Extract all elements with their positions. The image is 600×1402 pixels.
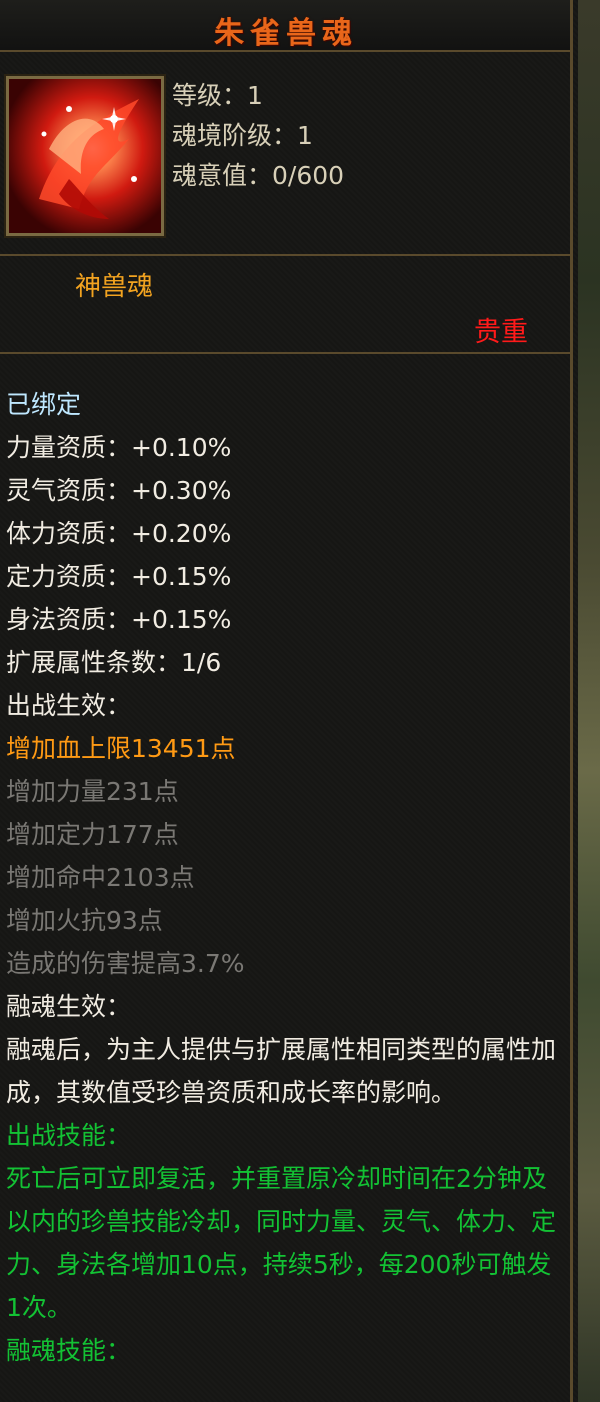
stat-soul-realm: 魂境阶级：1: [172, 121, 313, 150]
stat-soul-value: 魂意值：0/600: [172, 161, 345, 190]
battle-skill-header: 出战技能：: [6, 1121, 132, 1150]
aptitude-strength: 力量资质：+0.10%: [6, 433, 232, 462]
fuse-effect-header: 融魂生效：: [6, 992, 132, 1021]
divider-2: [0, 352, 572, 354]
fuse-skill-header: 融魂技能：: [6, 1336, 132, 1365]
inactive-effect: 增加命中2103点: [6, 863, 195, 892]
bound-status: 已绑定: [6, 390, 82, 419]
inactive-effect: 增加力量231点: [6, 777, 179, 806]
battle-effect-header: 出战生效：: [6, 691, 132, 720]
phoenix-icon: [9, 79, 161, 233]
inactive-effect: 增加定力177点: [6, 820, 179, 849]
item-tooltip-panel: 朱雀兽魂 等级：1 魂境阶级：1 魂意值：0/600 神兽魂 贵重 已绑定 力量…: [0, 0, 578, 1402]
background-scenery: [578, 0, 600, 1402]
item-stats: 等级：1 魂境阶级：1 魂意值：0/600: [172, 76, 344, 196]
aptitude-stamina: 体力资质：+0.20%: [6, 519, 232, 548]
active-effect: 增加血上限13451点: [6, 734, 236, 763]
battle-skill-description: 死亡后可立即复活，并重置原冷却时间在2分钟及以内的珍兽技能冷却，同时力量、灵气、…: [6, 1164, 557, 1322]
aptitude-agility: 身法资质：+0.15%: [6, 605, 232, 634]
item-description: 已绑定 力量资质：+0.10% 灵气资质：+0.30% 体力资质：+0.20% …: [6, 383, 566, 1372]
stat-level: 等级：1: [172, 81, 263, 110]
aptitude-spirit: 灵气资质：+0.30%: [6, 476, 232, 505]
item-portrait: [6, 76, 164, 236]
extended-attribute-count: 扩展属性条数：1/6: [6, 648, 222, 677]
tooltip-title-bar: 朱雀兽魂: [0, 0, 572, 52]
fuse-effect-description: 融魂后，为主人提供与扩展属性相同类型的属性加成，其数值受珍兽资质和成长率的影响。: [6, 1035, 557, 1107]
item-rarity: 贵重: [474, 317, 528, 348]
divider-1: [0, 254, 572, 256]
inactive-effect: 增加火抗93点: [6, 906, 163, 935]
inactive-effect: 造成的伤害提高3.7%: [6, 949, 245, 978]
frame-right-border: [570, 0, 573, 1402]
aptitude-focus: 定力资质：+0.15%: [6, 562, 232, 591]
item-title: 朱雀兽魂: [214, 16, 358, 51]
item-category: 神兽魂: [75, 272, 154, 302]
